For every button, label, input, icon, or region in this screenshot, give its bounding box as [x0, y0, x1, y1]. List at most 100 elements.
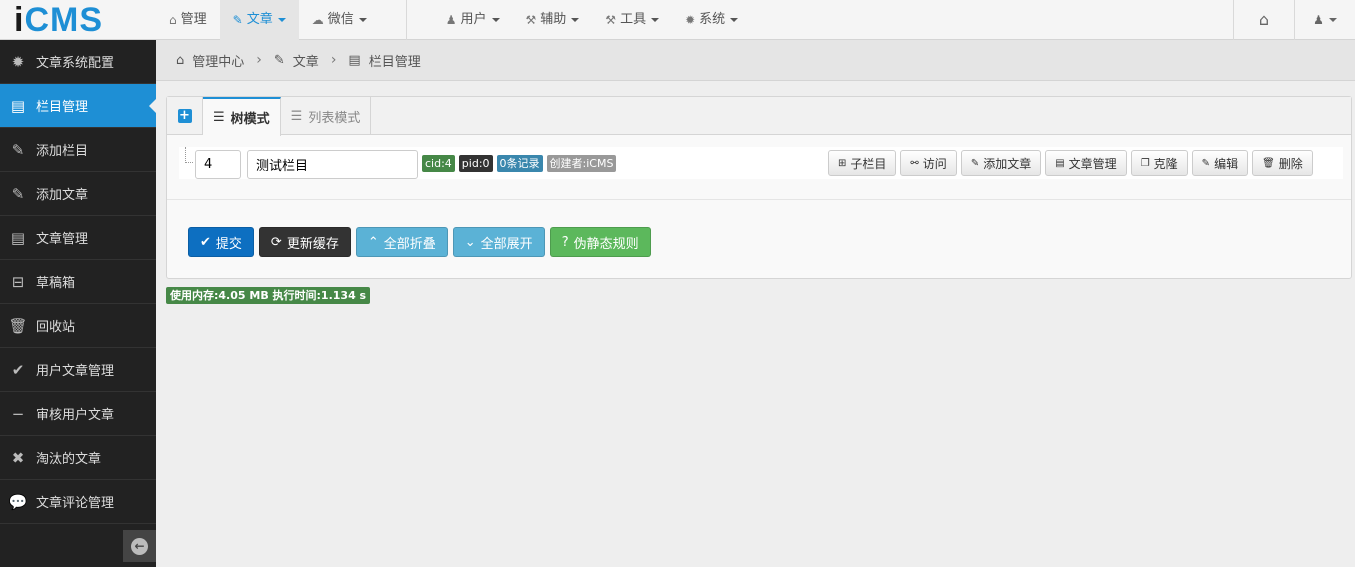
list-alt-icon: ▤ — [348, 52, 361, 68]
breadcrumb-item-article[interactable]: ✎ 文章 — [274, 51, 319, 70]
list-alt-icon: ▤ — [10, 96, 26, 115]
button-label: 克隆 — [1153, 156, 1178, 171]
minus-circle-icon: − — [11, 404, 25, 423]
sidebar-item-user-articles[interactable]: ✔ 用户文章管理 — [0, 348, 156, 392]
gavel-icon: ⚒ — [525, 13, 537, 27]
tab-tree-mode[interactable]: ☰ 树模式 — [203, 97, 281, 136]
sidebar-item-comments[interactable]: 💬 文章评论管理 — [0, 480, 156, 524]
trash-icon: 🗑 — [1262, 157, 1275, 169]
sidebar-collapse-button[interactable]: ← — [123, 530, 156, 562]
sidebar-item-label: 用户文章管理 — [36, 364, 115, 379]
question-circle-icon: ? — [561, 234, 569, 250]
refresh-icon: ⟳ — [270, 234, 282, 250]
check-circle-icon: ✔ — [11, 360, 25, 379]
breadcrumb-separator: › — [330, 52, 337, 68]
wechat-icon: ☁ — [311, 13, 324, 27]
sidebar-item-label: 栏目管理 — [36, 100, 89, 115]
edit-icon: ✎ — [1201, 157, 1211, 169]
sidebar-item-label: 添加文章 — [36, 188, 89, 203]
refresh-cache-button[interactable]: ⟳ 更新缓存 — [258, 227, 351, 257]
user-menu-button[interactable]: ♟ — [1295, 0, 1355, 40]
list-alt-icon: ▤ — [1055, 157, 1065, 169]
button-label: 全部折叠 — [383, 236, 436, 252]
sidebar-item-trash[interactable]: 🗑 回收站 — [0, 304, 156, 348]
nav-label: 微信 — [327, 12, 354, 27]
times-circle-icon: ✖ — [11, 448, 25, 467]
nav-item-assist[interactable]: ⚒ 辅助 — [513, 0, 593, 40]
button-label: 伪静态规则 — [573, 236, 639, 252]
form-actions: ✔ 提交 ⟳ 更新缓存 ⌃ 全部折叠 ⌄ 全部展开 ? 伪静态规则 — [188, 227, 651, 257]
nav-label: 管理 — [180, 12, 207, 27]
cid-badge: cid:4 — [422, 155, 455, 172]
breadcrumb-item-category-manage[interactable]: ▤ 栏目管理 — [348, 51, 420, 70]
nav-item-wechat[interactable]: ☁ 微信 — [299, 0, 380, 40]
order-input[interactable] — [195, 150, 241, 179]
arrow-left-circle-icon: ← — [131, 537, 148, 555]
home-button[interactable]: ⌂ — [1234, 0, 1294, 40]
inbox-icon: ⊟ — [11, 272, 25, 291]
add-article-button[interactable]: ✎ 添加文章 — [960, 150, 1042, 176]
tree-row: cid:4 pid:0 0条记录 创建者:iCMS ⊞子栏目 ⚯访问 ✎添加文章… — [179, 147, 1343, 179]
button-label: 提交 — [215, 236, 242, 252]
sidebar-item-label: 添加栏目 — [36, 144, 89, 159]
tab-list-mode[interactable]: ☰ 列表模式 — [281, 97, 372, 135]
edit-button[interactable]: ✎ 编辑 — [1191, 150, 1249, 176]
visit-button[interactable]: ⚯ 访问 — [900, 150, 957, 176]
nav-item-tools[interactable]: ⚒ 工具 — [592, 0, 672, 40]
nav-label: 用户 — [460, 12, 487, 27]
breadcrumb: ⌂ 管理中心 › ✎ 文章 › ▤ 栏目管理 — [156, 40, 1355, 81]
sidebar-item-label: 淘汰的文章 — [36, 452, 102, 467]
nav-item-system[interactable]: ✹ 系统 — [672, 0, 751, 40]
sidebar-item-article-config[interactable]: ✹ 文章系统配置 — [0, 40, 156, 84]
home-icon: ⌂ — [1258, 10, 1270, 29]
nav-item-user[interactable]: ♟ 用户 — [433, 0, 513, 40]
sidebar-item-add-article[interactable]: ✎ 添加文章 — [0, 172, 156, 216]
creator-badge: 创建者:iCMS — [546, 155, 617, 172]
breadcrumb-label: 管理中心 — [192, 54, 245, 70]
nav-right: ⌂ ♟ — [1233, 0, 1355, 40]
sidebar-item-rejected-articles[interactable]: ✖ 淘汰的文章 — [0, 436, 156, 480]
sidebar-item-drafts[interactable]: ⊟ 草稿箱 — [0, 260, 156, 304]
button-label: 访问 — [922, 156, 947, 171]
tab-label: 树模式 — [230, 112, 270, 127]
sidebar-item-label: 回收站 — [36, 320, 76, 335]
expand-all-button[interactable]: ⌄ 全部展开 — [452, 227, 545, 257]
article-manage-button[interactable]: ▤ 文章管理 — [1045, 150, 1127, 176]
row-actions: ⊞ 子栏目 ⚯ 访问 ✎ 添加文章 ▤ 文章管理 ❐ 克隆 ✎ 编辑 🗑 删除 — [828, 150, 1313, 176]
cog-icon: ✹ — [685, 13, 696, 27]
submit-button[interactable]: ✔ 提交 — [188, 227, 254, 257]
nav-item-manage[interactable]: ⌂ 管理 — [156, 0, 220, 40]
breadcrumb-label: 栏目管理 — [368, 54, 421, 70]
sidebar-item-label: 审核用户文章 — [36, 408, 115, 423]
clipboard-icon: ❐ — [1140, 157, 1150, 169]
delete-button[interactable]: 🗑 删除 — [1252, 150, 1313, 176]
button-label: 编辑 — [1214, 156, 1239, 171]
sidebar-item-add-category[interactable]: ✎ 添加栏目 — [0, 128, 156, 172]
category-name-input[interactable] — [247, 150, 418, 179]
home-icon: ⌂ — [169, 13, 177, 27]
pid-badge: pid:0 — [458, 155, 493, 172]
collapse-all-button[interactable]: ⌃ 全部折叠 — [355, 227, 448, 257]
list-alt-icon: ▤ — [10, 228, 26, 247]
plus-square-icon: ⊞ — [838, 157, 847, 169]
logo[interactable]: iCMS — [0, 0, 156, 40]
rewrite-rules-button[interactable]: ? 伪静态规则 — [549, 227, 651, 257]
sidebar: ✹ 文章系统配置 ▤ 栏目管理 ✎ 添加栏目 ✎ 添加文章 ▤ 文章管理 ⊟ 草稿箱 🗑 回收… — [0, 40, 157, 567]
nav-item-article[interactable]: ✎ 文章 — [219, 0, 299, 40]
cog-icon: ✹ — [11, 52, 25, 71]
main-nav: ⌂ 管理 ✎ 文章 ☁ 微信 ♟ 用户 ⚒ 辅助 ⚒ 工具 ✹ 系统 — [156, 0, 751, 40]
subcategory-button[interactable]: ⊞ 子栏目 — [828, 150, 897, 176]
button-label: 文章管理 — [1068, 156, 1117, 171]
sidebar-item-category-manage[interactable]: ▤ 栏目管理 — [0, 84, 157, 128]
sidebar-item-article-manage[interactable]: ▤ 文章管理 — [0, 216, 156, 260]
sidebar-item-review-articles[interactable]: − 审核用户文章 — [0, 392, 156, 436]
records-badge[interactable]: 0条记录 — [496, 155, 543, 172]
double-chevron-down-icon: ⌄ — [464, 234, 476, 250]
sidebar-item-label: 文章系统配置 — [36, 56, 115, 71]
logo-i: i — [14, 1, 25, 39]
clone-button[interactable]: ❐ 克隆 — [1130, 150, 1188, 176]
add-category-button[interactable]: + — [167, 97, 203, 134]
sidebar-item-label: 文章评论管理 — [36, 496, 115, 511]
breadcrumb-item-admin-center[interactable]: ⌂ 管理中心 — [176, 51, 244, 70]
button-label: 添加文章 — [983, 156, 1032, 171]
